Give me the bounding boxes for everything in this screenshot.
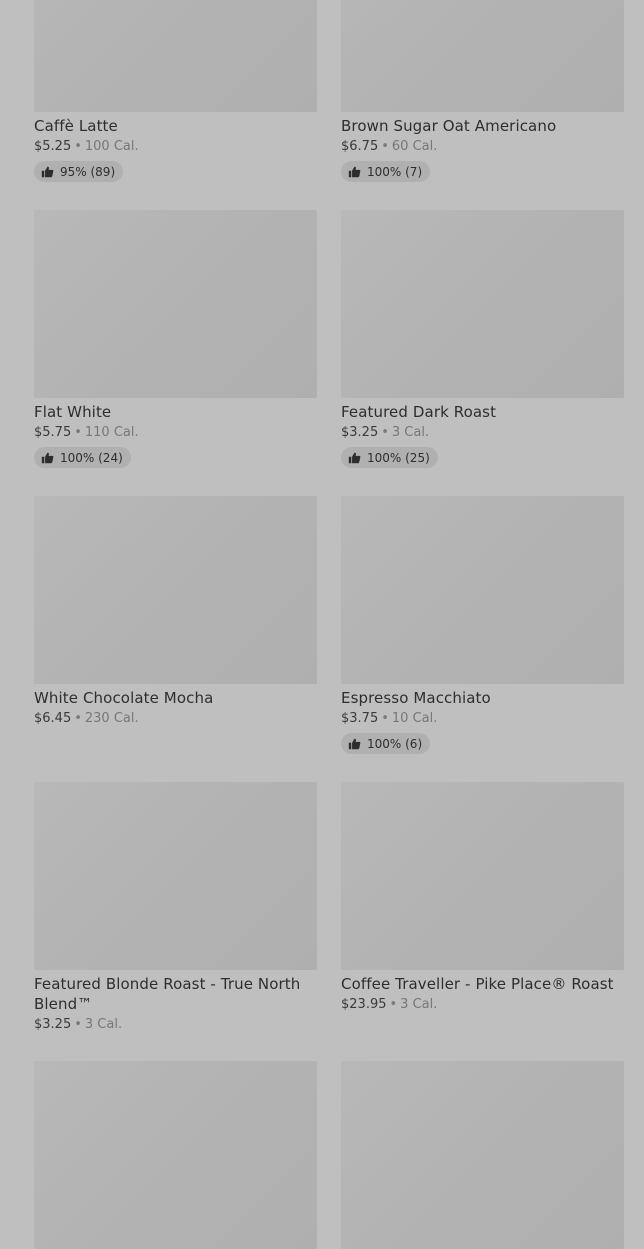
- thumbs-up-icon: [41, 452, 54, 464]
- product-card[interactable]: [34, 1061, 317, 1249]
- product-card[interactable]: Caffè Latte $5.25 • 100 Cal. 95% (89): [34, 0, 317, 182]
- product-image[interactable]: [341, 782, 624, 970]
- product-price: $5.25: [34, 139, 72, 154]
- product-calories: 60 Cal.: [391, 139, 438, 154]
- product-image[interactable]: [341, 496, 624, 684]
- separator: •: [381, 711, 389, 726]
- product-price: $3.25: [341, 425, 379, 440]
- product-price: $23.95: [341, 997, 387, 1012]
- product-meta: $6.45 • 230 Cal.: [34, 711, 317, 727]
- product-calories: 10 Cal.: [391, 711, 438, 726]
- product-image[interactable]: [341, 0, 624, 112]
- rating-text: 95% (89): [60, 164, 116, 179]
- product-meta: $3.25 • 3 Cal.: [34, 1017, 317, 1033]
- product-name[interactable]: Brown Sugar Oat Americano: [341, 116, 624, 136]
- product-meta: $23.95 • 3 Cal.: [341, 997, 624, 1013]
- thumbs-up-icon: [348, 738, 361, 750]
- product-meta: $3.75 • 10 Cal.: [341, 711, 624, 727]
- product-image[interactable]: [341, 210, 624, 398]
- rating-text: 100% (6): [367, 736, 423, 751]
- product-card[interactable]: Flat White $5.75 • 110 Cal. 100% (24): [34, 210, 317, 468]
- rating-badge: 100% (7): [341, 161, 431, 182]
- rating-badge: 100% (24): [34, 447, 131, 468]
- product-card[interactable]: Featured Dark Roast $3.25 • 3 Cal. 100% (2…: [341, 210, 624, 468]
- product-name[interactable]: Espresso Macchiato: [341, 688, 624, 708]
- product-image[interactable]: [34, 496, 317, 684]
- thumbs-up-icon: [41, 166, 54, 178]
- product-card[interactable]: Coffee Traveller - Pike Place® Roast $23…: [341, 782, 624, 1013]
- separator: •: [381, 425, 389, 440]
- product-calories: 3 Cal.: [84, 1017, 123, 1032]
- product-price: $3.25: [34, 1017, 72, 1032]
- product-image[interactable]: [34, 0, 317, 112]
- product-image[interactable]: [34, 782, 317, 970]
- product-name[interactable]: Caffè Latte: [34, 116, 317, 136]
- separator: •: [381, 139, 389, 154]
- rating-text: 100% (24): [60, 450, 123, 465]
- product-card[interactable]: Featured Blonde Roast - True North Blend…: [34, 782, 317, 1033]
- thumbs-up-icon: [348, 452, 361, 464]
- product-price: $6.45: [34, 711, 72, 726]
- product-image[interactable]: [34, 1061, 317, 1249]
- product-meta: $3.25 • 3 Cal.: [341, 425, 624, 441]
- product-card[interactable]: Brown Sugar Oat Americano $6.75 • 60 Cal. …: [341, 0, 624, 182]
- product-price: $3.75: [341, 711, 379, 726]
- product-calories: 110 Cal.: [84, 425, 139, 440]
- product-price: $6.75: [341, 139, 379, 154]
- product-name[interactable]: Coffee Traveller - Pike Place® Roast: [341, 974, 624, 994]
- product-grid: Caffè Latte $5.25 • 100 Cal. 95% (89) Brow…: [0, 0, 644, 1249]
- product-card[interactable]: Espresso Macchiato $3.75 • 10 Cal. 100% (6…: [341, 496, 624, 754]
- product-image[interactable]: [34, 210, 317, 398]
- product-name[interactable]: White Chocolate Mocha: [34, 688, 317, 708]
- product-card[interactable]: [341, 1061, 624, 1249]
- product-name[interactable]: Featured Blonde Roast - True North Blend…: [34, 974, 317, 1014]
- separator: •: [74, 1017, 82, 1032]
- product-calories: 3 Cal.: [391, 425, 430, 440]
- product-calories: 3 Cal.: [400, 997, 438, 1012]
- product-calories: 230 Cal.: [84, 711, 139, 726]
- rating-badge: 100% (6): [341, 733, 431, 754]
- product-meta: $5.25 • 100 Cal.: [34, 139, 317, 155]
- separator: •: [74, 139, 82, 154]
- thumbs-up-icon: [348, 166, 361, 178]
- product-meta: $6.75 • 60 Cal.: [341, 139, 624, 155]
- product-meta: $5.75 • 110 Cal.: [34, 425, 317, 441]
- separator: •: [74, 711, 82, 726]
- separator: •: [389, 997, 398, 1012]
- rating-text: 100% (25): [367, 450, 430, 465]
- product-image[interactable]: [341, 1061, 624, 1249]
- product-name[interactable]: Flat White: [34, 402, 317, 422]
- product-calories: 100 Cal.: [84, 139, 139, 154]
- separator: •: [74, 425, 82, 440]
- product-price: $5.75: [34, 425, 72, 440]
- rating-badge: 100% (25): [341, 447, 438, 468]
- rating-badge: 95% (89): [34, 161, 124, 182]
- product-card[interactable]: White Chocolate Mocha $6.45 • 230 Cal.: [34, 496, 317, 727]
- product-name[interactable]: Featured Dark Roast: [341, 402, 624, 422]
- rating-text: 100% (7): [367, 164, 423, 179]
